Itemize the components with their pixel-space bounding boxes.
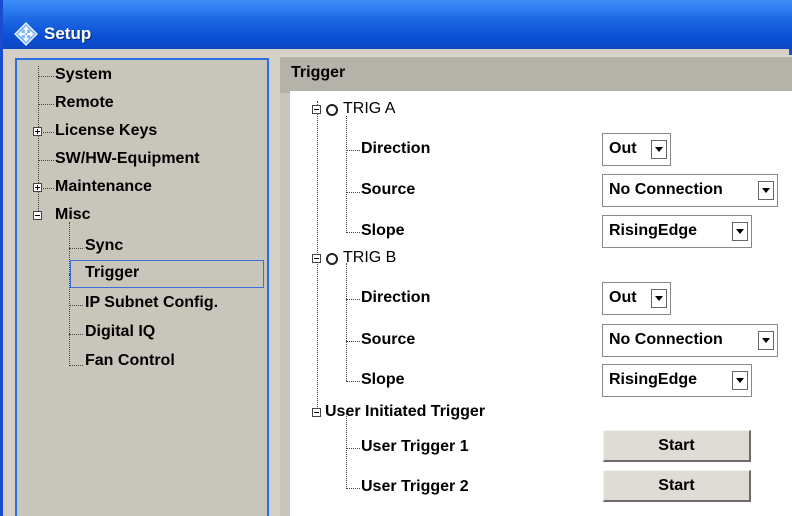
tree-connector xyxy=(69,222,70,366)
tree-connector xyxy=(43,188,54,189)
user-trigger-group-label: User Initiated Trigger xyxy=(325,403,486,420)
trig-a-slope-value: RisingEdge xyxy=(609,222,698,239)
tree-item-sw-hw-equipment[interactable]: SW/HW-Equipment xyxy=(55,150,200,168)
user-trigger-1-start-button[interactable]: Start xyxy=(603,430,751,462)
trig-b-direction-select[interactable]: Out xyxy=(602,282,671,315)
tree-connector xyxy=(38,76,54,77)
trig-b-slope-label: Slope xyxy=(361,371,405,388)
tree-connector xyxy=(346,448,360,449)
tree-item-sync[interactable]: Sync xyxy=(85,237,123,255)
trig-a-direction-label: Direction xyxy=(361,140,431,157)
tree-connector xyxy=(43,132,54,133)
tree-connector xyxy=(38,104,54,105)
trig-b-direction-label: Direction xyxy=(361,289,431,306)
tree-item-digital-iq[interactable]: Digital IQ xyxy=(85,323,155,341)
tree-item-remote[interactable]: Remote xyxy=(55,94,114,112)
tree-item-license-keys[interactable]: License Keys xyxy=(55,122,157,140)
dropdown-arrow-icon[interactable] xyxy=(758,181,774,200)
trig-a-source-value: No Connection xyxy=(609,181,723,198)
tree-item-ip-subnet-config[interactable]: IP Subnet Config. xyxy=(85,294,218,312)
tree-connector xyxy=(69,365,83,366)
collapse-icon[interactable] xyxy=(33,211,42,220)
tree-item-system[interactable]: System xyxy=(55,66,112,84)
panel-title: Trigger xyxy=(291,64,346,81)
connector-circle-icon xyxy=(326,104,338,116)
trig-b-source-value: No Connection xyxy=(609,331,723,348)
tree-connector xyxy=(38,160,54,161)
collapse-icon[interactable] xyxy=(312,408,321,417)
setup-window: Setup System Remote License Keys SW/HW-E… xyxy=(0,0,792,516)
trig-a-slope-select[interactable]: RisingEdge xyxy=(602,215,752,248)
tree-item-maintenance[interactable]: Maintenance xyxy=(55,178,152,196)
tree-item-fan-control[interactable]: Fan Control xyxy=(85,352,175,370)
tree-item-trigger[interactable]: Trigger xyxy=(85,264,139,282)
user-trigger-1-label: User Trigger 1 xyxy=(361,438,469,455)
tree-connector xyxy=(346,341,360,342)
tree-connector xyxy=(346,150,360,151)
trig-a-label: TRIG A xyxy=(343,100,396,117)
trig-b-label: TRIG B xyxy=(343,249,397,266)
trig-b-source-label: Source xyxy=(361,331,416,348)
tree-connector xyxy=(38,66,39,215)
trig-b-slope-select[interactable]: RisingEdge xyxy=(602,364,752,397)
dropdown-arrow-icon[interactable] xyxy=(758,331,774,350)
trig-b-direction-value: Out xyxy=(609,289,637,306)
navigation-tree[interactable]: System Remote License Keys SW/HW-Equipme… xyxy=(15,58,269,516)
dropdown-arrow-icon[interactable] xyxy=(732,222,748,241)
panel-header: Trigger xyxy=(280,55,792,93)
trig-b-slope-value: RisingEdge xyxy=(609,371,698,388)
expand-icon[interactable] xyxy=(33,183,42,192)
expand-icon[interactable] xyxy=(33,127,42,136)
tree-connector xyxy=(346,413,347,489)
collapse-icon[interactable] xyxy=(312,105,321,114)
tree-connector xyxy=(69,305,83,306)
dropdown-arrow-icon[interactable] xyxy=(651,140,667,159)
tree-connector xyxy=(69,334,83,335)
title-bar[interactable]: Setup xyxy=(3,0,792,49)
tree-connector xyxy=(346,381,360,382)
user-trigger-2-start-button[interactable]: Start xyxy=(603,470,751,502)
trig-a-direction-value: Out xyxy=(609,140,637,157)
tree-connector xyxy=(346,263,347,381)
user-trigger-2-label: User Trigger 2 xyxy=(361,478,469,495)
tree-connector xyxy=(346,488,360,489)
trigger-settings-area: TRIG A Direction Out Source No Connectio… xyxy=(290,91,792,516)
tree-item-misc[interactable]: Misc xyxy=(55,206,91,224)
collapse-icon[interactable] xyxy=(312,254,321,263)
window-title: Setup xyxy=(44,24,92,43)
tree-connector xyxy=(346,299,360,300)
trig-a-source-label: Source xyxy=(361,181,416,198)
tree-connector xyxy=(346,192,360,193)
dropdown-arrow-icon[interactable] xyxy=(651,289,667,308)
trigger-panel: Trigger TRIG A Direction Out Source No C… xyxy=(280,55,792,516)
trig-a-slope-label: Slope xyxy=(361,222,405,239)
trig-b-source-select[interactable]: No Connection xyxy=(602,324,778,357)
tree-connector xyxy=(346,232,360,233)
tree-connector xyxy=(346,116,347,233)
connector-circle-icon xyxy=(326,253,338,265)
diamond-arrows-icon xyxy=(14,22,38,46)
tree-connector xyxy=(69,248,83,249)
trig-a-source-select[interactable]: No Connection xyxy=(602,174,778,207)
trig-a-direction-select[interactable]: Out xyxy=(602,133,671,166)
dropdown-arrow-icon[interactable] xyxy=(732,371,748,390)
